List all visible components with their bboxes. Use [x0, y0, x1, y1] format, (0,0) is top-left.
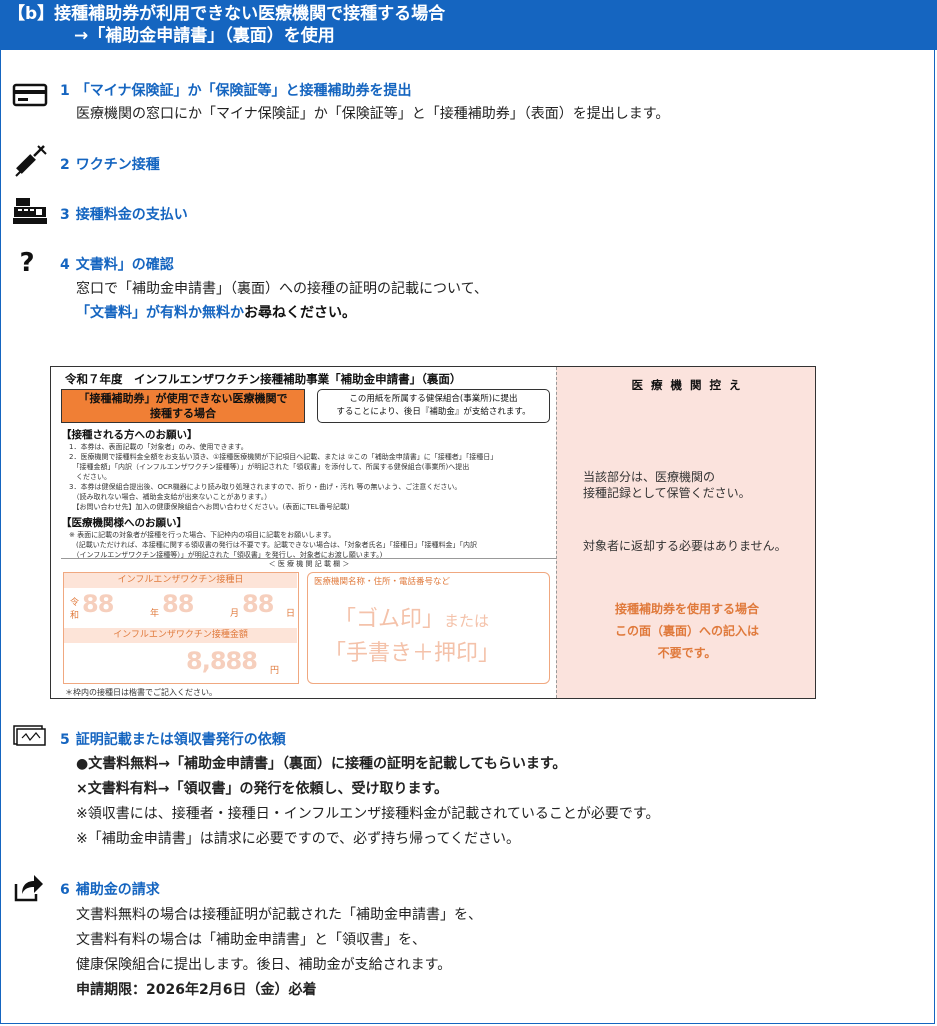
step6-deadline: 申請期限：2026年2月6日（金）必着	[76, 982, 317, 998]
clinic-copy-orange1: 接種補助券を使用する場合	[614, 602, 759, 616]
step6-line3: 健康保険組合に提出します。後日、補助金が支給されます。	[76, 957, 452, 973]
step5-line3: ※領収書には、接種者・接種日・インフルエンザ接種料金が記載されていることが必要で…	[76, 806, 660, 822]
step1-text: 医療機関の窓口にか「マイナ保険証」か「保険証等」と「接種補助券」（表面）を提出し…	[76, 106, 670, 122]
clinic-copy-text1: 当該部分は、医療機関の	[583, 470, 716, 484]
banner-title: 【b】接種補助券が利用できない医療機関で接種する場合	[8, 4, 446, 24]
step5-line2: ×文書料有料→「領収書」の発行を依頼し、受け取ります。	[76, 781, 449, 797]
form-section-recipients: 【接種される方へのお願い】	[61, 429, 198, 441]
form-section-clinics-text: ※ 表面に記載の対象者が接種を行った場合、下記枠内の項目に記載をお願いします。 …	[69, 531, 478, 559]
stamp-hint-2: 「手書き＋押印」	[324, 641, 501, 666]
step2-heading: 2 ワクチン接種	[60, 157, 160, 173]
application-form-image: 医 療 機 関 控 え 当該部分は、医療機関の 接種記録として保管ください。 対…	[50, 366, 816, 699]
stamp-hint-1: 「ゴム印」または	[334, 607, 490, 632]
clinic-copy-orange3: 不要です。	[657, 646, 717, 660]
form-title: 令和７年度 インフルエンザワクチン接種補助事業「補助金申請書」（裏面）	[65, 372, 462, 386]
form-stamp-box: 医療機関名称・住所・電話番号など 「ゴム印」または 「手書き＋押印」	[307, 572, 550, 684]
step1-heading: 1 「マイナ保険証」か「保険証等」と接種補助券を提出	[60, 83, 412, 99]
step6-heading: 6 補助金の請求	[60, 882, 160, 898]
year-digits: 88	[82, 590, 114, 618]
clinic-copy-orange2: この面（裏面）への記入は	[614, 624, 759, 638]
certificate-icon	[12, 722, 48, 752]
clinic-copy-title: 医 療 機 関 控 え	[631, 378, 743, 392]
header-banner: 【b】接種補助券が利用できない医療機関で接種する場合 →「補助金申請書」（裏面）…	[0, 0, 937, 50]
share-arrow-icon	[12, 872, 48, 902]
form-section-clinics: 【医療機関様へのお願い】	[61, 517, 187, 529]
amount-header: インフルエンザワクチン接種金額	[64, 628, 297, 643]
step5-heading: 5 証明記載または領収書発行の依頼	[60, 732, 286, 748]
id-card-icon	[12, 82, 48, 112]
date-header: インフルエンザワクチン接種日	[64, 573, 297, 588]
form-divider-label: ＜ 医 療 機 関 記 載 欄 ＞	[61, 558, 557, 569]
month-digits: 88	[162, 590, 194, 618]
step6-line1: 文書料無料の場合は接種証明が記載された「補助金申請書」を、	[76, 907, 482, 923]
cash-register-icon	[12, 196, 48, 226]
banner-subtitle: →「補助金申請書」（裏面）を使用	[74, 26, 335, 46]
step6-line2: 文書料有料の場合は「補助金申請書」と「領収書」を、	[76, 932, 426, 948]
syringe-icon	[12, 144, 48, 177]
step4-heading: 4 文書料」の確認	[60, 257, 174, 273]
step4-text: 窓口で「補助金申請書」（裏面）への接種の証明の記載について、	[76, 281, 488, 297]
step5-line4: ※「補助金申請書」は請求に必要ですので、必ず持ち帰ってください。	[76, 831, 521, 847]
day-digits: 88	[242, 590, 274, 618]
form-orange-box: 「接種補助券」が使用できない医療機関で 接種する場合	[61, 389, 305, 423]
step5-line1: ●文書料無料→「補助金申請書」（裏面）に接種の証明を記載してもらいます。	[76, 756, 567, 772]
clinic-copy-pane: 医 療 機 関 控 え 当該部分は、医療機関の 接種記録として保管ください。 対…	[556, 367, 815, 698]
form-section-recipients-text: 1．本券は、表面記載の「対象者」のみ、使用できます。 2．医療機関で接種料金全額…	[69, 443, 498, 511]
form-note-box: この用紙を所属する健保組合(事業所)に提出 することにより、後日『補助金』が支給さ…	[317, 389, 550, 423]
amount-digits: 8,888	[186, 647, 258, 675]
step4-emphasis: 「文書料」が有料か無料かお尋ねください。	[76, 305, 356, 321]
form-date-amount-box: インフルエンザワクチン接種日 令 和 88 年 88 月 88 日 インフルエン…	[63, 572, 299, 684]
form-footnote: ＊枠内の接種日は楷書でご記入ください。	[65, 688, 217, 697]
clinic-copy-text3: 対象者に返却する必要はありません。	[583, 539, 787, 553]
step3-heading: 3 接種料金の支払い	[60, 207, 188, 223]
question-icon: ?	[19, 248, 35, 278]
clinic-copy-text2: 接種記録として保管ください。	[583, 486, 751, 500]
